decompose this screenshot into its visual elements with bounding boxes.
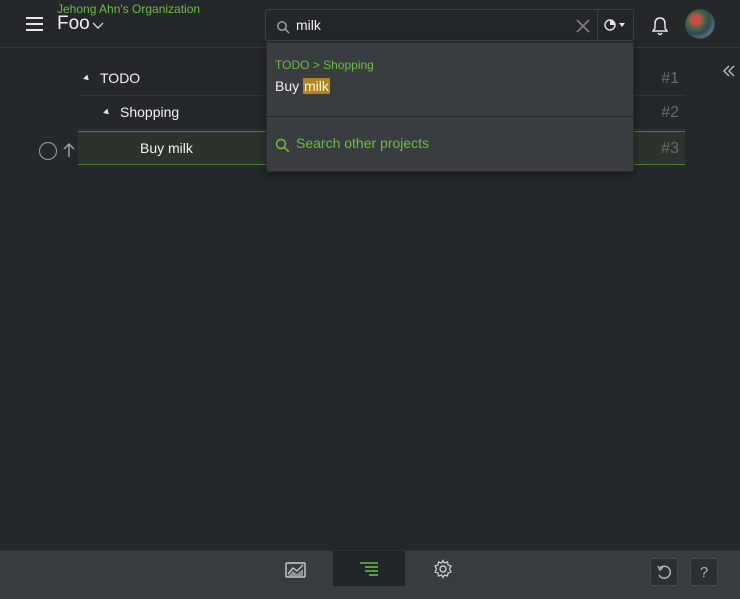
undo-button[interactable] [650, 558, 678, 586]
tab-chart[interactable] [272, 551, 318, 586]
tree-row-number: #1 [661, 70, 679, 87]
chart-icon [285, 562, 306, 578]
pie-filter-icon [604, 19, 625, 31]
result-breadcrumb: TODO > Shopping [275, 58, 374, 72]
outline-icon [360, 562, 378, 576]
expand-caret-icon[interactable] [103, 108, 111, 117]
double-chevron-left-icon[interactable] [722, 64, 736, 78]
bell-icon[interactable] [650, 15, 670, 37]
search-match-highlight: milk [303, 78, 330, 94]
search-icon [275, 138, 290, 153]
menu-icon[interactable] [26, 16, 44, 32]
tree-row-label: Buy milk [140, 140, 193, 156]
search-other-projects-label: Search other projects [296, 135, 430, 151]
tab-outline[interactable] [333, 551, 405, 586]
search-icon [277, 21, 290, 34]
tree-row-number: #2 [661, 104, 679, 121]
project-name[interactable]: Foo [57, 13, 90, 35]
circle-icon[interactable] [39, 142, 57, 160]
search-results-dropdown: TODO > Shopping Buy milk Search other pr… [266, 42, 634, 172]
chevron-down-icon[interactable] [92, 20, 104, 30]
search-filter-button[interactable] [597, 9, 634, 41]
gear-icon [434, 559, 452, 579]
help-icon: ? [699, 564, 709, 581]
tree-row-number: #3 [661, 140, 679, 157]
bottom-toolbar: ? [0, 550, 740, 599]
tree-row-label: TODO [100, 70, 141, 86]
avatar[interactable] [685, 9, 715, 39]
result-title-text: Buy [275, 78, 304, 94]
result-title: Buy milk [275, 78, 330, 94]
search-box [265, 9, 597, 41]
undo-icon [657, 565, 672, 579]
search-result-item[interactable]: TODO > Shopping Buy milk [267, 43, 633, 116]
tab-settings[interactable] [420, 551, 466, 586]
close-icon[interactable] [576, 19, 590, 33]
tree-row-label: Shopping [120, 104, 180, 120]
search-input[interactable] [296, 14, 566, 36]
dropdown-divider [267, 116, 633, 117]
top-bar: Jehong Ahn's Organization Foo [0, 0, 740, 48]
arrow-up-icon[interactable] [62, 142, 76, 158]
help-button[interactable]: ? [690, 558, 718, 586]
expand-caret-icon[interactable] [83, 74, 91, 83]
